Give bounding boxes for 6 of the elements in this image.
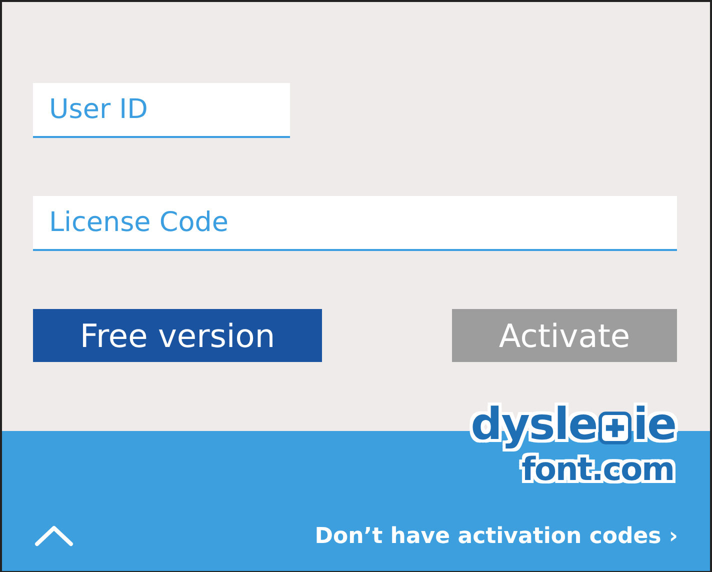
input-field[interactable]: User ID [33, 83, 290, 138]
chevron-up-icon[interactable] [34, 525, 74, 547]
activation-codes-link[interactable]: Don’t have activation codes › [314, 524, 678, 549]
input-field[interactable]: License Code [33, 196, 677, 251]
plus-box-icon [598, 411, 632, 445]
free-version-button[interactable]: Free version [33, 309, 322, 362]
